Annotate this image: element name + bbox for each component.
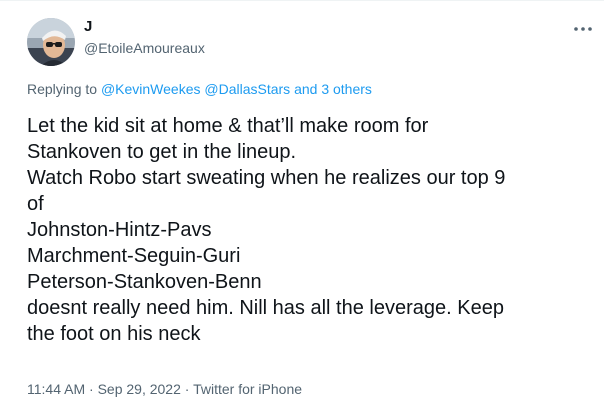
author-handle[interactable]: @EtoileAmoureaux — [84, 39, 205, 57]
tweet-text-line: Watch Robo start sweating when he realiz… — [27, 167, 506, 189]
tweet-text-line: the foot on his neck — [27, 323, 201, 345]
reply-context: Replying to @KevinWeekes @DallasStars an… — [27, 80, 372, 98]
avatar[interactable] — [27, 18, 75, 66]
tweet-text: Let the kid sit at home & that’ll make r… — [27, 113, 597, 347]
tweet-timestamp-time[interactable]: 11:44 AM — [27, 381, 85, 397]
tweet-source-link[interactable]: Twitter for iPhone — [193, 381, 302, 397]
mention-link-kevinweekes[interactable]: @KevinWeekes — [101, 81, 201, 97]
tweet-meta: 11:44 AM · Sep 29, 2022 · Twitter for iP… — [27, 380, 302, 398]
tweet-text-line: of — [27, 193, 44, 215]
reply-connector[interactable]: and — [294, 81, 317, 97]
tweet-text-line: Marchment-Seguin-Guri — [27, 245, 241, 267]
meta-separator: · — [89, 381, 94, 397]
reply-prefix: Replying to — [27, 81, 98, 97]
meta-separator: · — [184, 381, 190, 397]
author-display-name[interactable]: J — [84, 18, 92, 36]
tweet-text-line: Stankoven to get in the lineup. — [27, 141, 297, 163]
tweet: J @EtoileAmoureaux Replying to @KevinWee… — [0, 0, 604, 414]
tweet-text-line: Johnston-Hintz-Pavs — [27, 219, 212, 241]
tweet-text-line: Let the kid sit at home & that’ll make r… — [27, 115, 429, 137]
mention-link-others[interactable]: 3 others — [321, 81, 372, 97]
tweet-text-line: Peterson-Stankoven-Benn — [27, 271, 262, 293]
mention-link-dallasstars[interactable]: @DallasStars — [204, 81, 290, 97]
more-horizontal-icon[interactable] — [572, 21, 594, 37]
tweet-timestamp-date[interactable]: Sep 29, 2022 — [98, 381, 181, 397]
tweet-text-line: doesnt really need him. Nill has all the… — [27, 297, 504, 319]
